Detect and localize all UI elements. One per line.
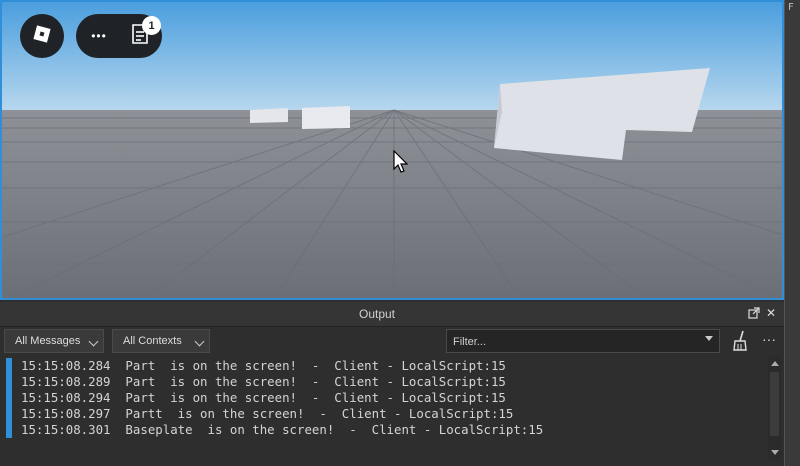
- filter-dropdown-icon[interactable]: [705, 336, 713, 341]
- baseplate: [2, 110, 782, 298]
- chat-button[interactable]: 1: [122, 14, 161, 58]
- output-header: Output ✕: [0, 302, 784, 327]
- broom-icon[interactable]: [730, 329, 750, 353]
- hud-pill: ••• 1: [76, 14, 162, 58]
- log-entry[interactable]: 15:15:08.297 Partt is on the screen! - C…: [21, 406, 513, 422]
- roblox-logo-icon: [32, 24, 52, 49]
- messages-filter-label: All Messages: [15, 335, 81, 347]
- game-viewport[interactable]: ••• 1: [0, 0, 784, 300]
- log-marker: [6, 374, 12, 390]
- part-small: [250, 108, 288, 123]
- log-marker: [6, 358, 12, 374]
- scroll-up-icon[interactable]: [771, 361, 779, 366]
- log-entry[interactable]: 15:15:08.284 Part is on the screen! - Cl…: [21, 358, 506, 374]
- log-scrollbar[interactable]: [768, 356, 781, 460]
- chevron-down-icon: [88, 336, 99, 347]
- more-button[interactable]: •••: [84, 14, 114, 58]
- more-dots-icon: •••: [91, 29, 107, 43]
- side-panel-strip: F: [784, 0, 800, 466]
- output-toolbar: All Messages All Contexts ···: [0, 327, 784, 355]
- log-entry[interactable]: 15:15:08.294 Part is on the screen! - Cl…: [21, 390, 506, 406]
- messages-filter-dropdown[interactable]: All Messages: [4, 329, 104, 353]
- output-panel: Output ✕ All Messages All Contexts ··· 1…: [0, 302, 784, 466]
- undock-icon[interactable]: [747, 306, 761, 320]
- log-list[interactable]: 15:15:08.284 Part is on the screen! - Cl…: [0, 356, 784, 460]
- more-options-button[interactable]: ···: [762, 331, 776, 347]
- close-icon[interactable]: ✕: [764, 306, 778, 320]
- scroll-thumb[interactable]: [770, 372, 779, 436]
- roblox-menu-button[interactable]: [20, 14, 64, 58]
- notification-badge: 1: [142, 16, 161, 35]
- contexts-filter-label: All Contexts: [123, 335, 182, 347]
- contexts-filter-dropdown[interactable]: All Contexts: [112, 329, 210, 353]
- log-marker: [6, 390, 12, 406]
- filter-box[interactable]: [446, 329, 720, 354]
- log-marker: [6, 406, 12, 422]
- part-medium: [302, 106, 350, 129]
- log-entry[interactable]: 15:15:08.289 Part is on the screen! - Cl…: [21, 374, 506, 390]
- filter-input[interactable]: [447, 330, 695, 354]
- log-marker: [6, 422, 12, 438]
- chevron-down-icon: [194, 336, 205, 347]
- output-title: Output: [358, 307, 396, 321]
- side-panel-label: F: [788, 2, 794, 13]
- scroll-down-icon[interactable]: [771, 450, 779, 455]
- log-entry[interactable]: 15:15:08.301 Baseplate is on the screen!…: [21, 422, 543, 438]
- mouse-cursor-icon: [393, 149, 409, 179]
